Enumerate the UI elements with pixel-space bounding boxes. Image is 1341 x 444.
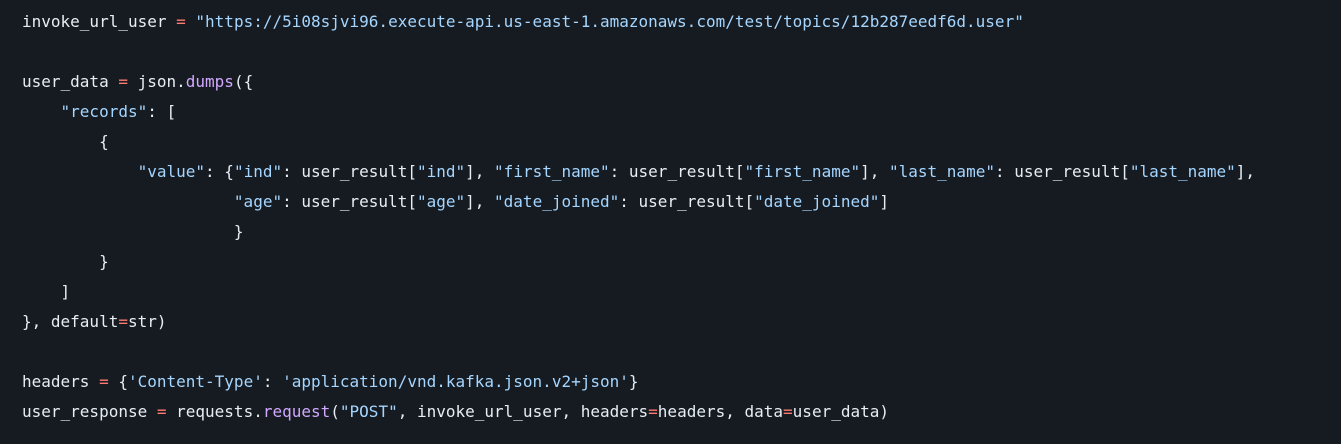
code-token-string: "first_name" (744, 162, 861, 181)
code-block: invoke_url_user = "https://5i08sjvi96.ex… (0, 0, 1341, 444)
code-token-plain: user_data (22, 72, 119, 91)
code-token-plain: json. (127, 72, 186, 91)
code-token-string: "age" (233, 192, 283, 211)
code-token-plain: ], (465, 162, 495, 181)
code-line: "records": [ (22, 97, 1341, 127)
code-line: user_data = json.dumps({ (22, 67, 1341, 97)
code-token-plain: user_response (22, 402, 157, 421)
code-token-func: dumps (185, 72, 234, 91)
code-line: headers = {'Content-Type': 'application/… (22, 367, 1341, 397)
code-token-plain: , invoke_url_user, headers (397, 402, 649, 421)
code-token-plain: ({ (233, 72, 254, 91)
code-token-string: "date_joined" (754, 192, 880, 211)
code-token-plain: } (22, 252, 109, 271)
code-line: }, default=str) (22, 307, 1341, 337)
code-line: user_response = requests.request("POST",… (22, 397, 1341, 427)
code-token-string: "age" (416, 192, 466, 211)
code-token-string: 'Content-Type' (127, 372, 263, 391)
code-token-op: = (783, 402, 793, 421)
code-token-string: "records" (60, 102, 148, 121)
code-token-plain: } (628, 372, 639, 391)
code-token-plain: str) (127, 312, 167, 331)
code-token-plain: { (108, 372, 128, 391)
code-token-plain: : user_result[ (609, 162, 745, 181)
code-token-string: 'application/vnd.kafka.json.v2+json' (282, 372, 629, 391)
code-line: "value": {"ind": user_result["ind"], "fi… (22, 157, 1341, 187)
code-token-plain: } (22, 222, 244, 241)
code-token-op: = (176, 12, 186, 31)
code-token-op: = (648, 402, 658, 421)
code-token-plain: : user_result[ (282, 192, 417, 211)
code-token-op: = (156, 402, 167, 421)
code-token-op: = (99, 372, 109, 391)
code-token-plain: ], (860, 162, 889, 181)
code-token-string: "ind" (233, 162, 283, 181)
code-line: } (22, 217, 1341, 247)
code-token-plain: user_data) (792, 402, 889, 421)
code-token-string: "date_joined" (494, 192, 620, 211)
code-token-plain: headers, data (657, 402, 784, 421)
code-line: invoke_url_user = "https://5i08sjvi96.ex… (22, 7, 1341, 37)
code-token-string: "POST" (339, 402, 398, 421)
code-token-plain: { (22, 132, 109, 151)
code-token-plain: : user_result[ (282, 162, 417, 181)
code-token-plain: headers (22, 372, 100, 391)
code-token-string: "value" (137, 162, 206, 181)
code-line: ] (22, 277, 1341, 307)
code-token-plain: : [ (147, 102, 177, 121)
code-line: "age": user_result["age"], "date_joined"… (22, 187, 1341, 217)
code-token-plain: ] (879, 192, 889, 211)
code-token-plain: ( (330, 402, 340, 421)
code-token-plain: ], (465, 192, 495, 211)
code-token-op: = (118, 72, 128, 91)
code-token-string: "last_name" (889, 162, 995, 181)
code-token-op: = (118, 312, 128, 331)
code-token-func: request (262, 402, 331, 421)
code-token-string: "https://5i08sjvi96.execute-api.us-east-… (195, 12, 1024, 31)
code-line: { (22, 127, 1341, 157)
code-token-plain: : user_result[ (619, 192, 755, 211)
code-token-plain: : user_result[ (994, 162, 1130, 181)
code-token-string: "ind" (416, 162, 466, 181)
code-token-plain: ], (1235, 162, 1256, 181)
code-token-plain: ] (22, 282, 71, 301)
code-line: } (22, 247, 1341, 277)
code-token-plain: }, default (22, 312, 119, 331)
code-token-plain: invoke_url_user (22, 12, 177, 31)
code-token-plain: requests. (166, 402, 263, 421)
code-token-plain: : { (205, 162, 234, 181)
code-token-plain: : (262, 372, 283, 391)
code-token-string: "first_name" (494, 162, 610, 181)
code-token-string: "last_name" (1129, 162, 1236, 181)
